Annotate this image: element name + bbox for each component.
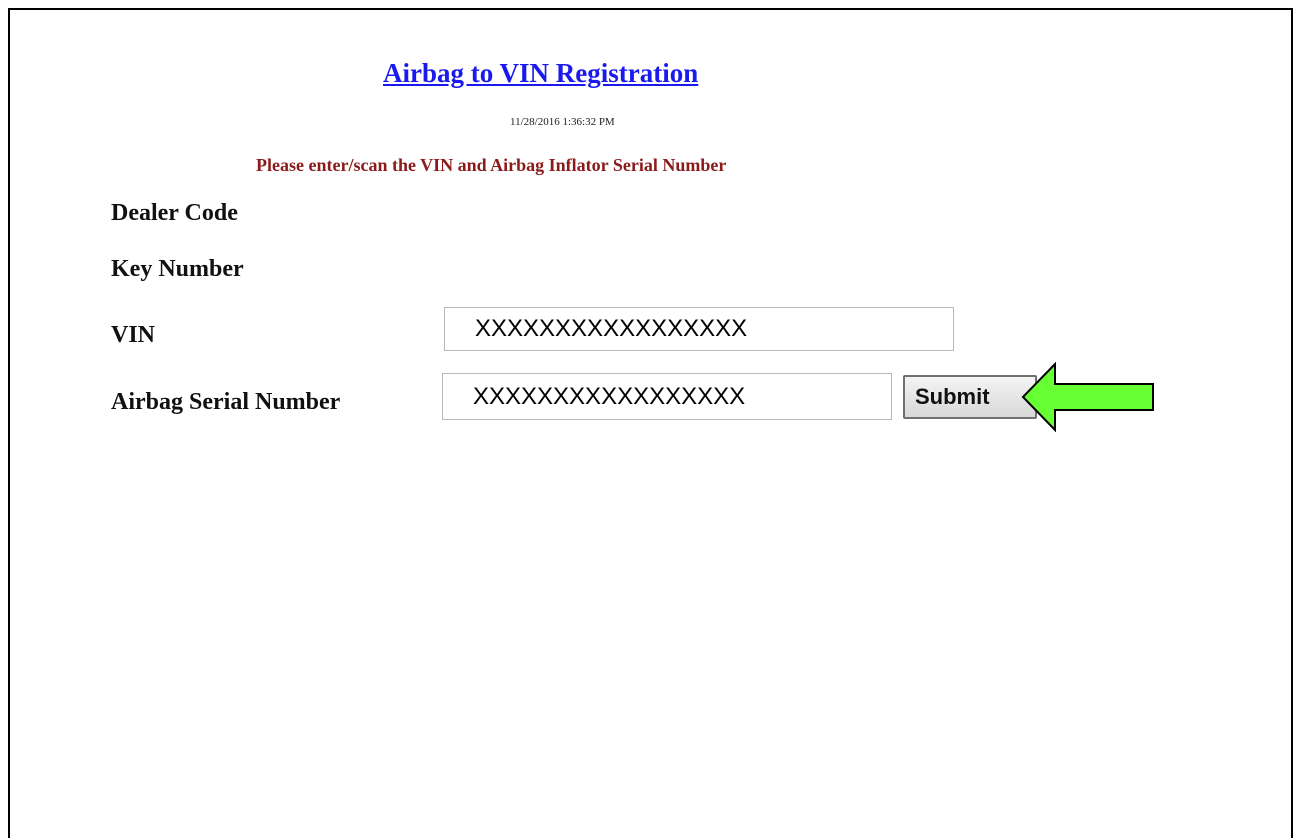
vin-label: VIN	[111, 322, 156, 348]
airbag-serial-input[interactable]	[442, 373, 892, 420]
arrow-shape	[1021, 362, 1154, 432]
airbag-serial-label: Airbag Serial Number	[111, 389, 341, 415]
vin-input[interactable]	[444, 307, 954, 351]
left-arrow-icon	[1021, 362, 1154, 432]
timestamp: 11/28/2016 1:36:32 PM	[510, 116, 615, 128]
page-title-link[interactable]: Airbag to VIN Registration	[383, 58, 698, 89]
key-number-label: Key Number	[111, 256, 244, 282]
instruction-text: Please enter/scan the VIN and Airbag Inf…	[256, 155, 727, 175]
submit-button[interactable]: Submit	[903, 375, 1037, 419]
dealer-code-label: Dealer Code	[111, 200, 238, 226]
